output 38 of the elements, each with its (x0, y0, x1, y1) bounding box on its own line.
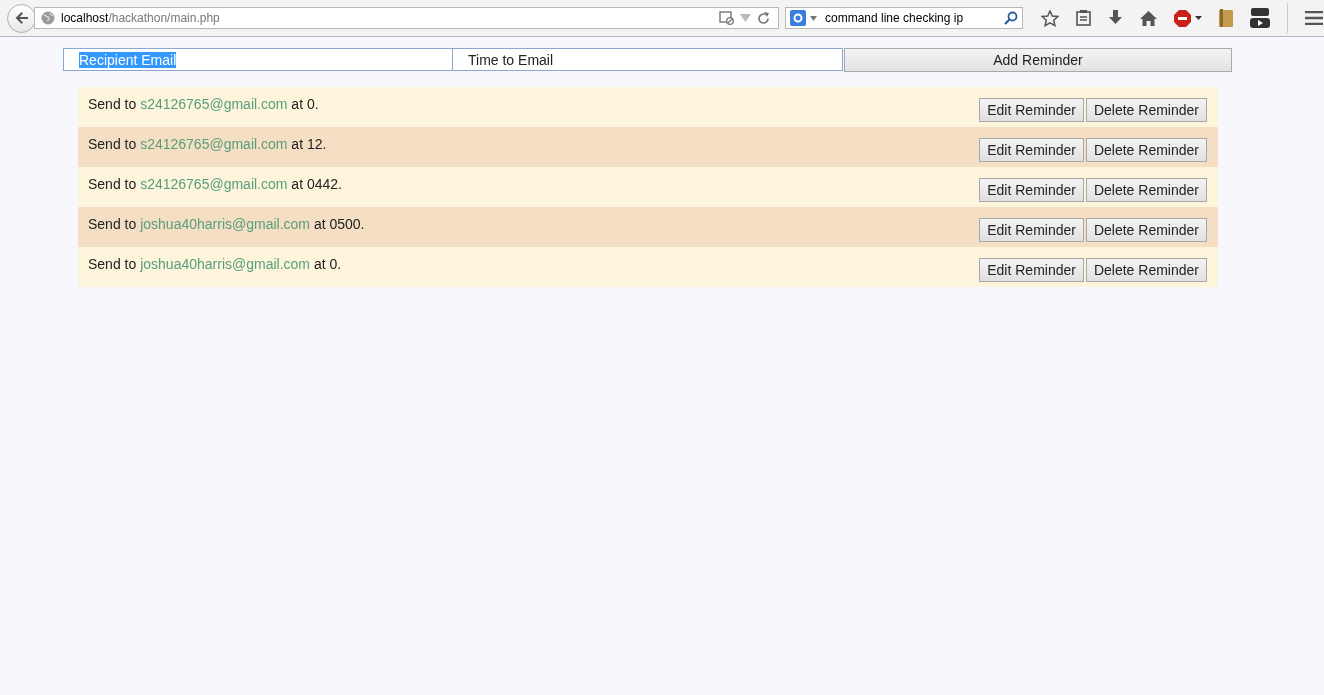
address-bar[interactable]: localhost/hackathon/main.php (34, 7, 779, 29)
search-engine-icon[interactable] (790, 10, 806, 26)
book-icon[interactable] (1219, 9, 1233, 27)
reminder-text: Send to s24126765@gmail.com at 0. (88, 96, 319, 112)
edit-reminder-button[interactable]: Edit Reminder (979, 97, 1084, 122)
edit-reminder-button[interactable]: Edit Reminder (979, 257, 1084, 282)
reminder-text: Send to joshua40harris@gmail.com at 0. (88, 256, 342, 272)
search-icon[interactable] (1004, 11, 1018, 25)
search-text: command line checking ip (825, 11, 964, 25)
video-icon[interactable] (1250, 8, 1270, 28)
time-field[interactable]: Time to Email (453, 48, 843, 71)
reload-icon[interactable] (757, 11, 770, 25)
edit-reminder-button[interactable]: Edit Reminder (979, 177, 1084, 202)
download-icon[interactable] (1108, 10, 1123, 26)
search-field[interactable]: command line checking ip (785, 7, 1023, 29)
reminder-text: Send to joshua40harris@gmail.com at 0500. (88, 216, 365, 232)
menu-icon[interactable] (1305, 11, 1323, 25)
delete-reminder-button[interactable]: Delete Reminder (1085, 217, 1207, 242)
back-button[interactable] (7, 3, 36, 33)
clipboard-icon[interactable] (1076, 10, 1091, 26)
edit-reminder-button[interactable]: Edit Reminder (979, 137, 1084, 162)
reminder-text: Send to s24126765@gmail.com at 12. (88, 136, 327, 152)
delete-reminder-button[interactable]: Delete Reminder (1085, 137, 1207, 162)
star-icon[interactable] (1041, 9, 1059, 27)
reminder-text: Send to s24126765@gmail.com at 0442. (88, 176, 342, 192)
home-icon[interactable] (1140, 10, 1157, 26)
delete-reminder-button[interactable]: Delete Reminder (1085, 177, 1207, 202)
url-text: localhost/hackathon/main.php (61, 11, 220, 25)
reader-icon[interactable] (719, 11, 734, 25)
adblock-icon[interactable] (1174, 9, 1202, 27)
delete-reminder-button[interactable]: Delete Reminder (1085, 257, 1207, 282)
field-text: Recipient Email (79, 51, 177, 68)
back-arrow-icon (13, 10, 30, 26)
add-reminder-button[interactable]: Add Reminder (844, 48, 1232, 72)
globe-icon (41, 11, 55, 25)
edit-reminder-button[interactable]: Edit Reminder (979, 217, 1084, 242)
dropdown-icon[interactable] (810, 15, 817, 21)
delete-reminder-button[interactable]: Delete Reminder (1085, 97, 1207, 122)
